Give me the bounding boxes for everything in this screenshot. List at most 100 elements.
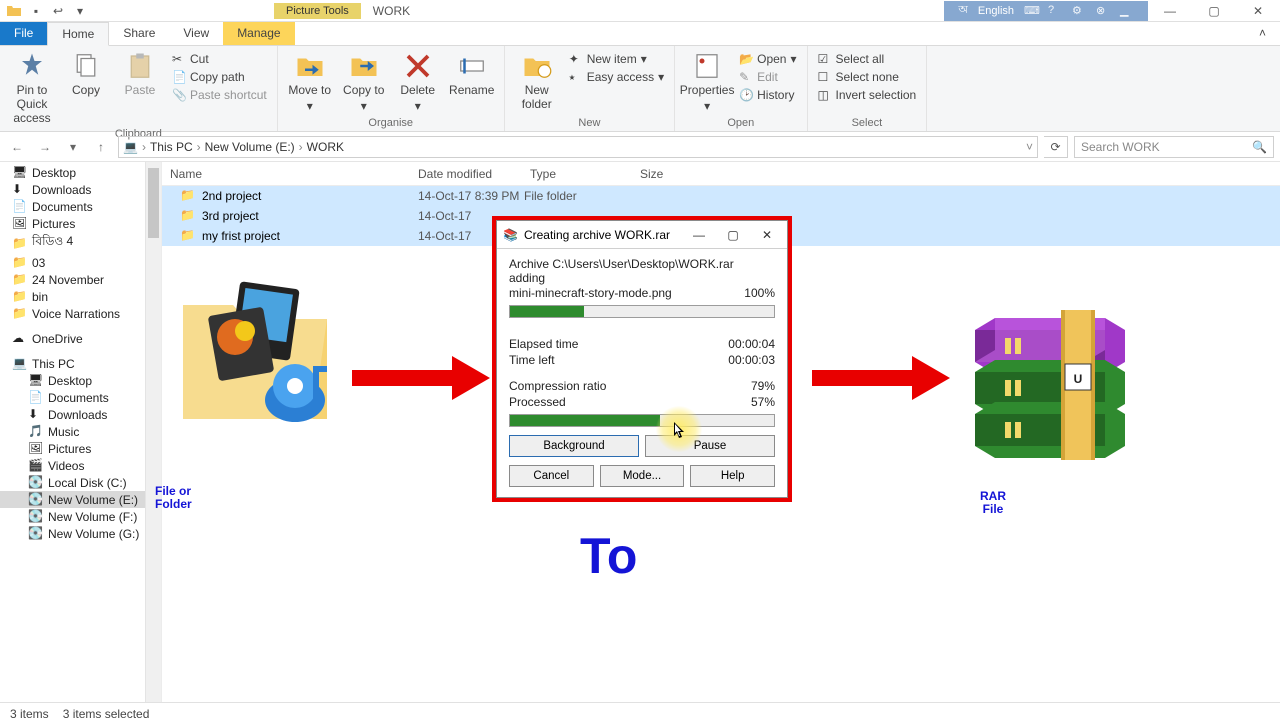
move-to-button[interactable]: Move to▾ [284, 49, 336, 115]
select-all-button[interactable]: ☑Select all [814, 51, 921, 67]
rename-button[interactable]: Rename [446, 49, 498, 99]
tree-item[interactable]: 📁Voice Narrations [0, 305, 161, 322]
table-row[interactable]: 📁2nd project14-Oct-17 8:39 PMFile folder [162, 186, 1280, 206]
tree-item[interactable]: 💽New Volume (G:) [0, 525, 161, 542]
background-button[interactable]: Background [509, 435, 639, 457]
disk-icon: 💽 [28, 492, 43, 507]
copy-to-button[interactable]: Copy to▾ [338, 49, 390, 115]
properties-button[interactable]: Properties▾ [681, 49, 733, 115]
new-item-button[interactable]: ✦New item▾ [565, 51, 668, 67]
elapsed-value: 00:00:04 [728, 337, 775, 351]
col-date[interactable]: Date modified [410, 167, 522, 181]
tree-item[interactable]: 🖼Pictures [0, 440, 161, 457]
tree-item[interactable]: 🖥Desktop [0, 372, 161, 389]
tree-item[interactable]: ☁OneDrive [0, 330, 161, 347]
col-name[interactable]: Name [162, 167, 410, 181]
close-button[interactable]: ✕ [1236, 0, 1280, 22]
tree-item[interactable]: 💽New Volume (F:) [0, 508, 161, 525]
folder-icon: 📁 [180, 228, 196, 244]
invert-selection-button[interactable]: ◫Invert selection [814, 87, 921, 103]
crumb-volume[interactable]: New Volume (E:) [205, 140, 295, 154]
disk-icon: 💽 [28, 509, 43, 524]
total-progress-bar [509, 414, 775, 427]
refresh-button[interactable]: ⟳ [1044, 136, 1068, 158]
open-button[interactable]: 📂Open▾ [735, 51, 800, 67]
col-type[interactable]: Type [522, 167, 632, 181]
video-icon: 🎬 [28, 458, 43, 473]
tree-item[interactable]: 💻This PC [0, 355, 161, 372]
nav-scrollbar[interactable] [145, 162, 161, 702]
search-input[interactable]: Search WORK 🔍 [1074, 136, 1274, 158]
nav-recent-button[interactable]: ▾ [62, 136, 84, 158]
column-headers[interactable]: Name Date modified Type Size [162, 162, 1280, 186]
select-none-icon: ☐ [818, 70, 832, 84]
mode-button[interactable]: Mode... [600, 465, 685, 487]
language-bar[interactable]: অ English ⌨ ? ⚙ ⊗ ▁ [944, 1, 1148, 21]
help-button[interactable]: Help [690, 465, 775, 487]
copy-path-button[interactable]: 📄Copy path [168, 69, 271, 85]
tree-item[interactable]: 🖥Desktop [0, 164, 161, 181]
tree-item[interactable]: 📄Documents [0, 198, 161, 215]
tab-home[interactable]: Home [47, 22, 109, 46]
crumb-thispc[interactable]: This PC [150, 140, 193, 154]
processed-value: 57% [751, 395, 775, 409]
tree-item[interactable]: 🖼Pictures [0, 215, 161, 232]
tree-item[interactable]: 🎬Videos [0, 457, 161, 474]
delete-button[interactable]: Delete▾ [392, 49, 444, 115]
minimize-button[interactable]: — [1148, 0, 1192, 22]
tree-item[interactable]: 📁24 November [0, 271, 161, 288]
edit-button: ✎Edit [735, 69, 800, 85]
address-bar: ← → ▾ ↑ 💻 › This PC › New Volume (E:) › … [0, 132, 1280, 162]
qat-undo-icon[interactable]: ↩ [50, 3, 66, 19]
nav-forward-button[interactable]: → [34, 136, 56, 158]
select-none-button[interactable]: ☐Select none [814, 69, 921, 85]
rar-file-icon: U [965, 310, 1125, 470]
file-percent: 100% [744, 286, 775, 300]
history-button[interactable]: 🕑History [735, 87, 800, 103]
tab-view[interactable]: View [169, 22, 223, 45]
dialog-maximize[interactable]: ▢ [719, 228, 747, 242]
navigation-pane[interactable]: 🖥Desktop⬇Downloads📄Documents🖼Pictures📁বি… [0, 162, 162, 702]
status-selected: 3 items selected [63, 707, 150, 721]
qat-save-icon[interactable]: ▪ [28, 3, 44, 19]
tree-item[interactable]: 📁03 [0, 254, 161, 271]
maximize-button[interactable]: ▢ [1192, 0, 1236, 22]
col-size[interactable]: Size [632, 167, 712, 181]
tree-item[interactable]: 🎵Music [0, 423, 161, 440]
tree-item[interactable]: ⬇Downloads [0, 406, 161, 423]
pin-quick-access-button[interactable]: Pin to Quick access [6, 49, 58, 127]
folder-icon [6, 3, 22, 19]
cancel-button[interactable]: Cancel [509, 465, 594, 487]
arrow-left [352, 348, 492, 408]
search-icon: 🔍 [1252, 140, 1267, 154]
tree-item[interactable]: 📁বিডিও 4 [0, 232, 161, 254]
new-folder-button[interactable]: New folder [511, 49, 563, 113]
elapsed-label: Elapsed time [509, 337, 578, 351]
breadcrumb[interactable]: 💻 › This PC › New Volume (E:) › WORK ˅ [118, 136, 1038, 158]
folder-illustration [175, 265, 335, 435]
ribbon-collapse-icon[interactable]: ˄ [1245, 22, 1280, 45]
new-item-icon: ✦ [569, 52, 583, 66]
pic-icon: 🖼 [12, 216, 27, 231]
tree-item[interactable]: 💽Local Disk (C:) [0, 474, 161, 491]
invert-icon: ◫ [818, 88, 832, 102]
tree-item[interactable]: 💽New Volume (E:) [0, 491, 161, 508]
label-to: To [580, 530, 637, 583]
crumb-folder[interactable]: WORK [307, 140, 344, 154]
cut-button[interactable]: ✂Cut [168, 51, 271, 67]
tree-item[interactable]: 📁bin [0, 288, 161, 305]
tree-item[interactable]: 📄Documents [0, 389, 161, 406]
search-placeholder: Search WORK [1081, 140, 1160, 154]
qat-dropdown-icon[interactable]: ▾ [72, 3, 88, 19]
tab-file[interactable]: File [0, 22, 47, 45]
dialog-close[interactable]: ✕ [753, 228, 781, 242]
nav-back-button[interactable]: ← [6, 136, 28, 158]
copy-button[interactable]: Copy [60, 49, 112, 99]
tab-share[interactable]: Share [109, 22, 169, 45]
tab-manage[interactable]: Manage [223, 22, 294, 45]
easy-access-button[interactable]: ⭑Easy access▾ [565, 69, 668, 85]
dialog-minimize[interactable]: — [685, 228, 713, 242]
tree-item[interactable]: ⬇Downloads [0, 181, 161, 198]
desktop-icon: 🖥 [28, 373, 43, 388]
nav-up-button[interactable]: ↑ [90, 136, 112, 158]
